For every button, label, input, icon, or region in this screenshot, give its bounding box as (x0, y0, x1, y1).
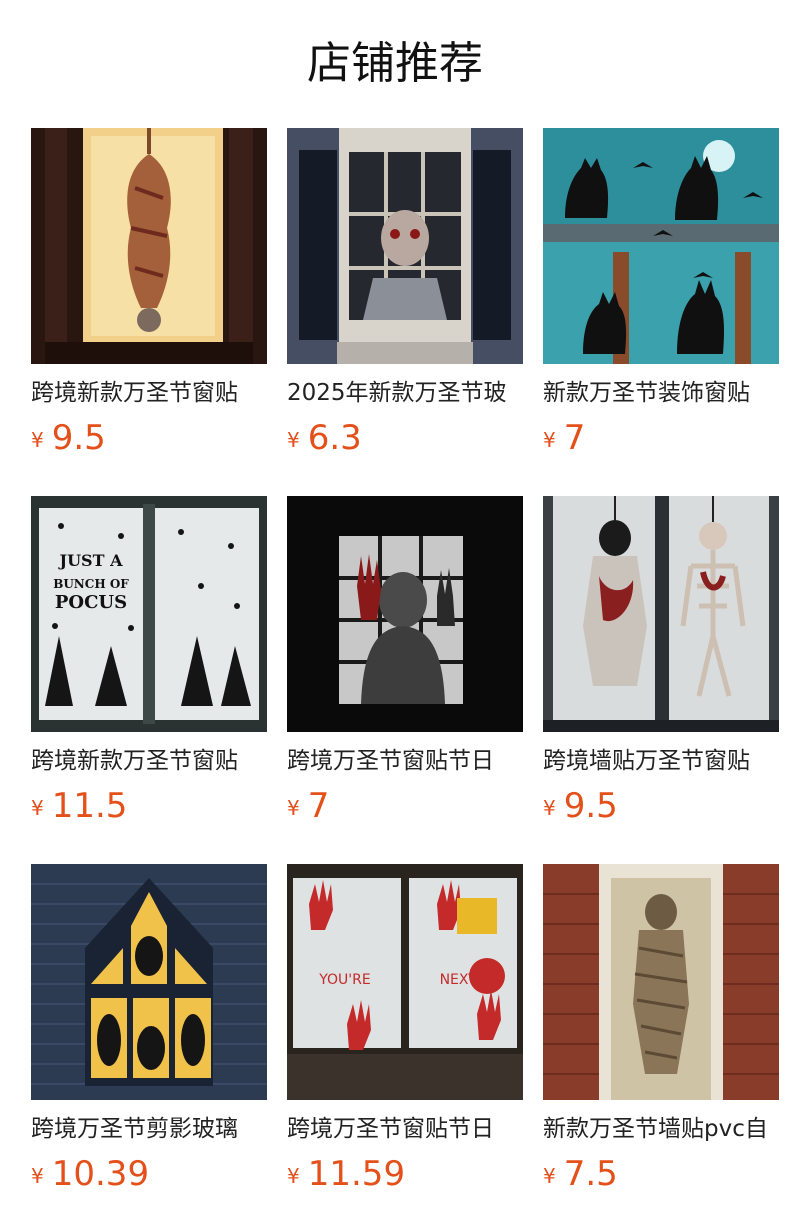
currency-symbol: ¥ (287, 428, 300, 452)
hanging-body-bag-image[interactable] (31, 128, 267, 364)
monster-silhouette-house-image[interactable] (31, 864, 267, 1100)
mummy-door-image[interactable] (543, 864, 779, 1100)
product-price: ¥11.59 (287, 1152, 523, 1196)
product-card[interactable]: 跨境墙贴万圣节窗贴 ¥9.5 (543, 496, 779, 864)
product-price: ¥7.5 (543, 1152, 779, 1196)
product-grid: 跨境新款万圣节窗贴 ¥9.5 2025年新款万圣节玻 ¥ 6.3 新款万圣节装饰… (31, 128, 779, 1232)
product-name[interactable]: 新款万圣节墙贴pvc自 (543, 1114, 779, 1144)
product-price: ¥6.3 (287, 416, 523, 460)
price-value: 11.59 (307, 1154, 406, 1194)
product-card[interactable]: 跨境新款万圣节窗贴 ¥9.5 (31, 128, 267, 496)
price-value: 10.39 (51, 1154, 150, 1194)
product-price: ¥9.5 (31, 416, 267, 460)
product-name[interactable]: 跨境万圣节剪影玻璃 (31, 1114, 267, 1144)
product-card[interactable]: 新款万圣节装饰窗贴 ¥7 (543, 128, 779, 496)
currency-symbol: ¥ (543, 796, 556, 820)
product-card[interactable]: 跨境万圣节窗贴节日 ¥7 (287, 496, 523, 864)
product-card[interactable]: YOU'RE NEXT! 跨境万圣节窗贴节日 ¥11.59 (287, 864, 523, 1232)
price-value: 11.5 (51, 786, 128, 826)
product-name[interactable]: 跨境新款万圣节窗贴 (31, 378, 267, 408)
price-value: 9.5 (563, 786, 618, 826)
currency-symbol: ¥ (287, 796, 300, 820)
page-title: 店铺推荐 (307, 38, 483, 89)
svg-text:NEXT!: NEXT! (440, 972, 483, 988)
product-name[interactable]: 新款万圣节装饰窗贴 (543, 378, 779, 408)
price-value: 7.5 (563, 1154, 618, 1194)
currency-symbol: ¥ (31, 428, 44, 452)
black-cat-window-image[interactable] (543, 128, 779, 364)
product-card[interactable]: 跨境万圣节剪影玻璃 ¥10.39 (31, 864, 267, 1232)
product-price: ¥11.5 (31, 784, 267, 828)
shadow-hands-window-image[interactable] (287, 496, 523, 732)
product-card[interactable]: 2025年新款万圣节玻 ¥6.3 (287, 128, 523, 496)
hocus-pocus-window-image[interactable]: JUST A BUNCH OF POCUS (31, 496, 267, 732)
price-value: 9.5 (51, 418, 106, 458)
product-card[interactable]: JUST A BUNCH OF POCUS 跨境新款万圣节窗贴 ¥11.5 (31, 496, 267, 864)
product-name[interactable]: 跨境新款万圣节窗贴 (31, 746, 267, 776)
product-price: ¥7 (287, 784, 523, 828)
currency-symbol: ¥ (31, 1164, 44, 1188)
svg-text:JUST A: JUST A (58, 551, 124, 570)
currency-symbol: ¥ (287, 1164, 300, 1188)
product-name[interactable]: 2025年新款万圣节玻 (287, 378, 523, 408)
price-value: 7 (563, 418, 586, 458)
currency-symbol: ¥ (543, 428, 556, 452)
price-value: 7 (307, 786, 330, 826)
product-name[interactable]: 跨境万圣节窗贴节日 (287, 1114, 523, 1144)
product-price: ¥10.39 (31, 1152, 267, 1196)
product-price: ¥7 (543, 416, 779, 460)
svg-text:BUNCH OF: BUNCH OF (53, 577, 129, 591)
svg-text:POCUS: POCUS (55, 592, 127, 613)
ghost-skeleton-window-image[interactable] (543, 496, 779, 732)
price-value: 6.3 (307, 418, 362, 458)
product-card[interactable]: 新款万圣节墙贴pvc自 ¥7.5 (543, 864, 779, 1232)
svg-text:YOU'RE: YOU'RE (318, 972, 370, 988)
product-name[interactable]: 跨境墙贴万圣节窗贴 (543, 746, 779, 776)
product-price: ¥9.5 (543, 784, 779, 828)
product-name[interactable]: 跨境万圣节窗贴节日 (287, 746, 523, 776)
bloody-handprint-window-image[interactable]: YOU'RE NEXT! (287, 864, 523, 1100)
zombie-window-image[interactable] (287, 128, 523, 364)
currency-symbol: ¥ (31, 796, 44, 820)
currency-symbol: ¥ (543, 1164, 556, 1188)
